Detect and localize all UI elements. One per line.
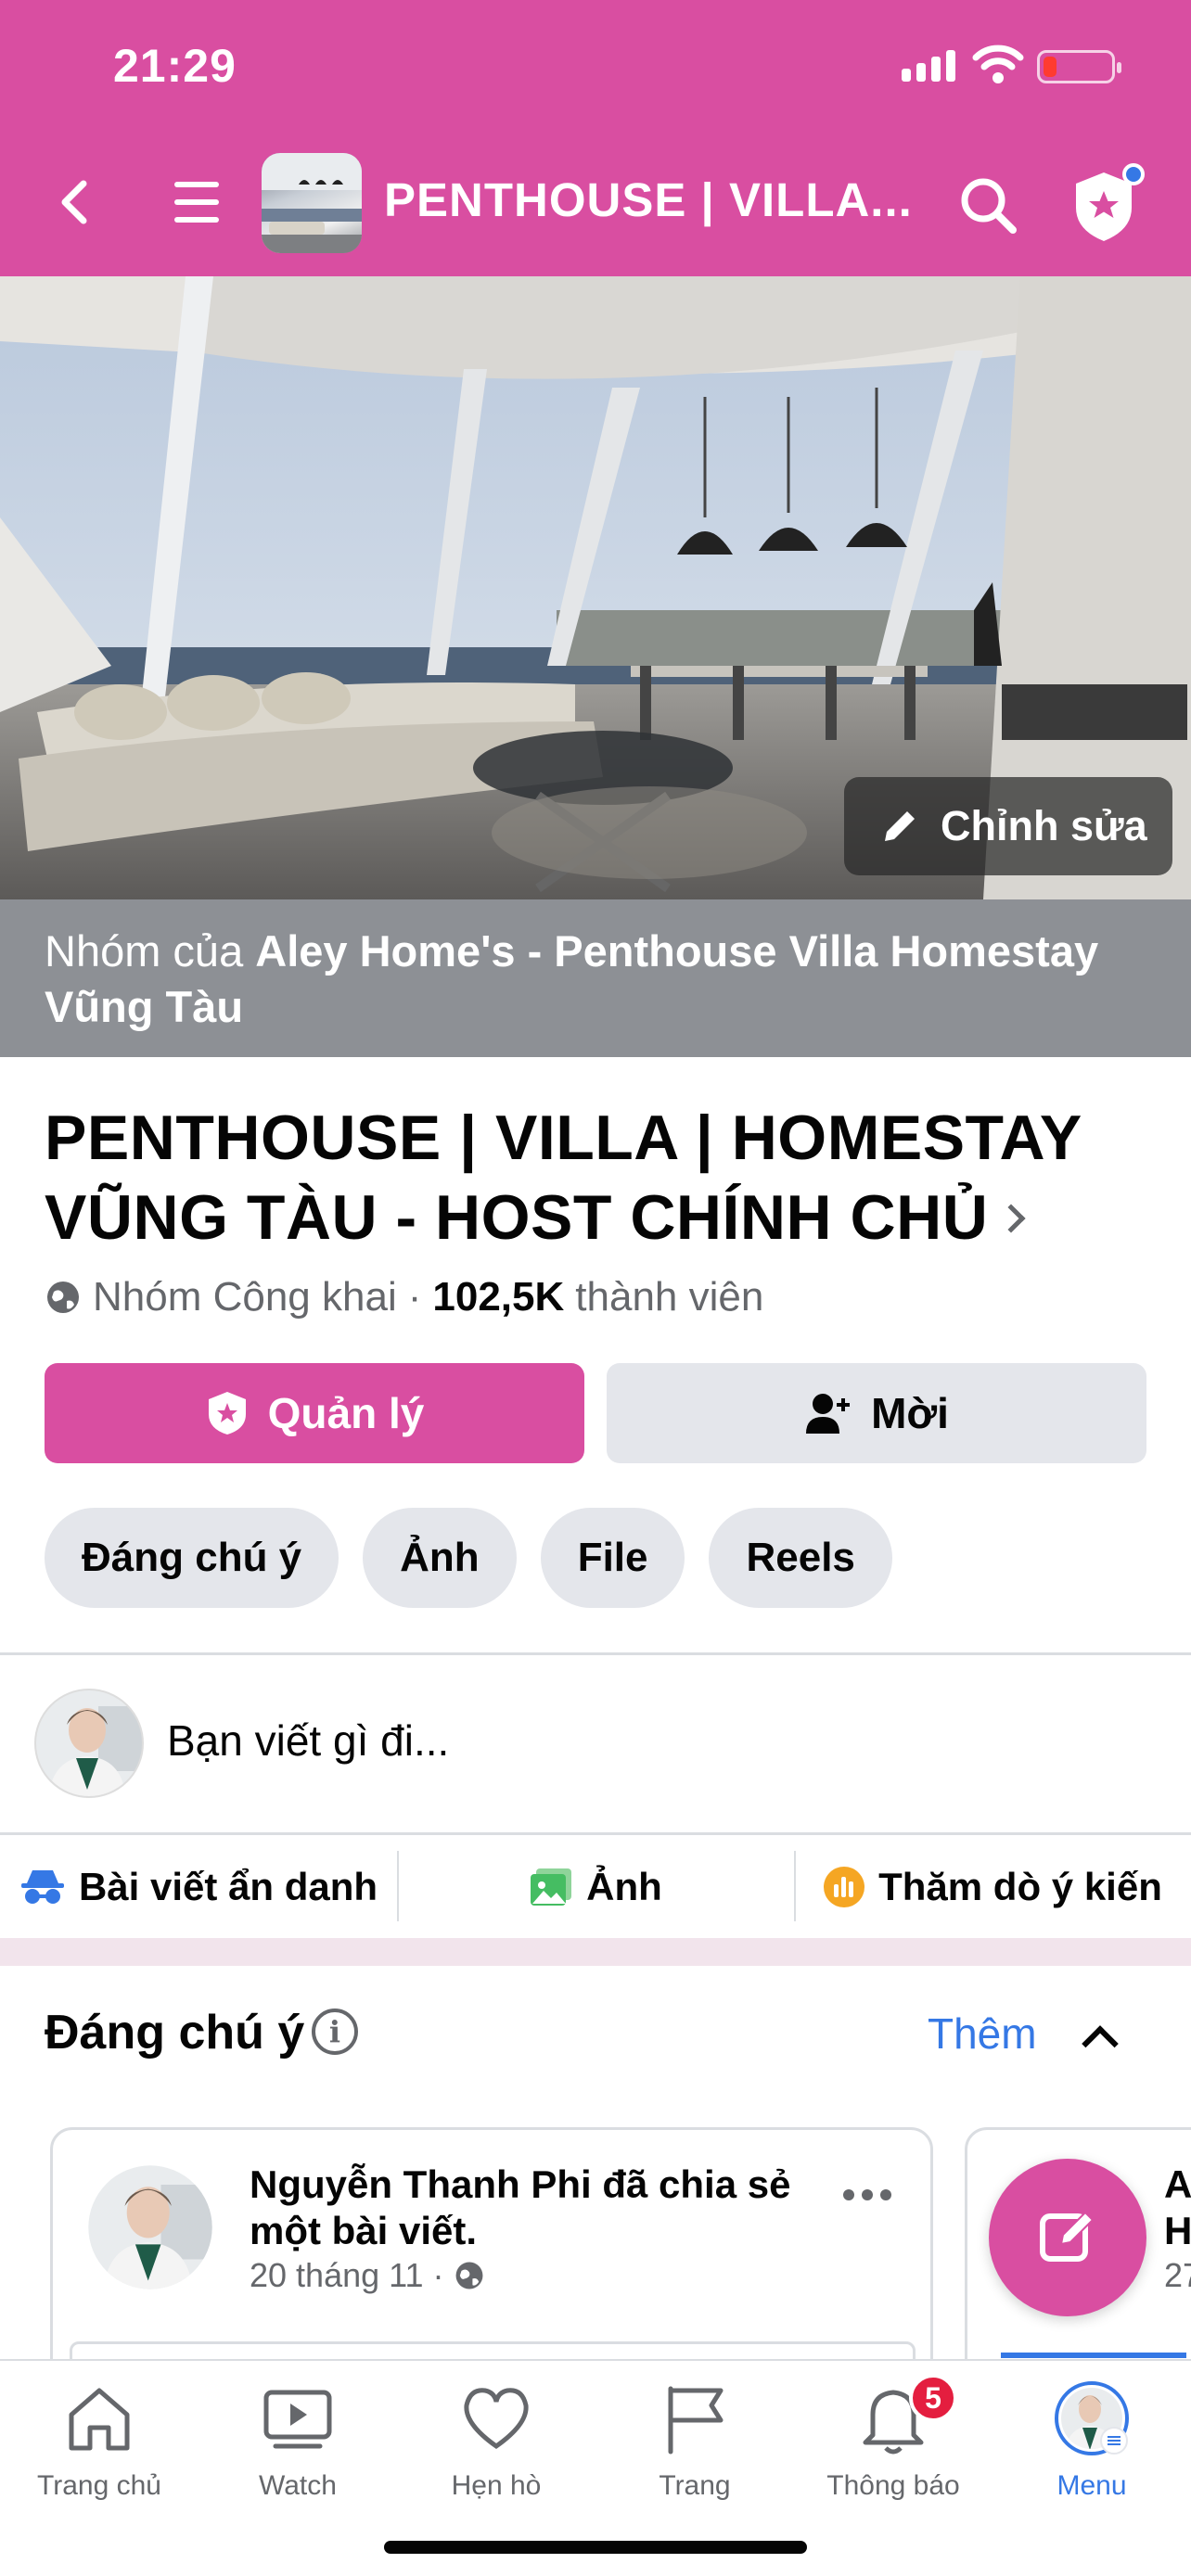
poll-label: Thăm dò ý kiến — [878, 1865, 1162, 1908]
edit-icon — [1040, 2211, 1095, 2262]
signal-icon — [902, 48, 959, 82]
status-bar: 21:29 — [0, 0, 1191, 137]
info-icon[interactable]: i — [312, 2009, 358, 2055]
member-count: 102,5K — [432, 1274, 565, 1320]
peek-author: A H — [1164, 2162, 1191, 2252]
group-owner-banner[interactable]: Nhóm của Aley Home's - Penthouse Villa H… — [0, 899, 1191, 1057]
chevron-right-icon — [996, 1204, 1026, 1233]
poll-button[interactable]: Thăm dò ý kiến — [794, 1836, 1191, 1938]
tab-watch-label: Watch — [259, 2470, 337, 2501]
profile-avatar-icon — [1055, 2381, 1129, 2455]
wifi-icon — [972, 45, 1024, 83]
status-time: 21:29 — [113, 40, 237, 92]
chip-featured[interactable]: Đáng chú ý — [45, 1508, 339, 1608]
compose-post-button[interactable] — [989, 2159, 1146, 2316]
globe-icon — [47, 1282, 79, 1313]
more-options-icon[interactable] — [843, 2189, 891, 2200]
group-name-line1: PENTHOUSE | VILLA | HOMESTAY — [45, 1103, 1082, 1173]
tab-watch[interactable]: Watch — [198, 2379, 397, 2509]
avatar[interactable] — [33, 1688, 145, 1799]
poll-icon — [824, 1867, 865, 1907]
tab-dating-label: Hẹn hò — [451, 2470, 542, 2501]
back-arrow-icon[interactable] — [46, 174, 102, 230]
tab-pages[interactable]: Trang — [596, 2379, 794, 2509]
meta-separator: · — [407, 1274, 422, 1320]
post-composer[interactable]: Bạn viết gì đi... — [0, 1656, 1191, 1832]
search-icon[interactable] — [955, 172, 1022, 239]
member-label: thành viên — [575, 1274, 764, 1320]
manage-button[interactable]: Quản lý — [45, 1363, 584, 1463]
divider — [0, 1832, 1191, 1835]
tab-menu[interactable]: Menu — [992, 2379, 1191, 2509]
group-name-line2: VŨNG TÀU - HOST CHÍNH CHỦ — [45, 1182, 989, 1253]
shield-icon — [208, 1392, 246, 1435]
chevron-up-icon[interactable] — [1082, 2025, 1119, 2062]
post-author[interactable]: Nguyễn Thanh Phi đã chia sẻ một bài viết… — [250, 2162, 806, 2254]
featured-header: Đáng chú ý i Thêm — [0, 1966, 1191, 2105]
heart-icon — [464, 2388, 529, 2450]
composer-actions: Bài viết ẩn danh Ảnh Thăm dò ý kiến — [0, 1836, 1191, 1938]
add-person-icon — [806, 1394, 851, 1434]
tab-home-label: Trang chủ — [37, 2470, 161, 2501]
home-indicator — [384, 2541, 807, 2554]
post-time[interactable]: 20 tháng 11 — [250, 2256, 424, 2295]
invite-button[interactable]: Mời — [607, 1363, 1146, 1463]
header-title: PENTHOUSE | VILLA... — [384, 173, 913, 226]
incognito-icon — [20, 1870, 64, 1904]
invite-label: Mời — [871, 1389, 949, 1437]
group-meta: Nhóm Công khai · 102,5K thành viên — [45, 1274, 763, 1320]
group-name[interactable]: PENTHOUSE | VILLA | HOMESTAY VŨNG TÀU - … — [45, 1098, 1158, 1257]
edit-cover-button[interactable]: Chỉnh sửa — [844, 777, 1172, 875]
featured-title: Đáng chú ý — [45, 2006, 305, 2060]
section-separator — [0, 1938, 1191, 1966]
tab-home[interactable]: Trang chủ — [0, 2379, 198, 2509]
flag-icon — [668, 2386, 724, 2455]
meta-separator: · — [432, 2256, 444, 2294]
chip-reels[interactable]: Reels — [709, 1508, 892, 1608]
manage-label: Quản lý — [267, 1389, 425, 1437]
photo-button[interactable]: Ảnh — [397, 1836, 794, 1938]
post-meta: 20 tháng 11 · — [250, 2256, 485, 2295]
peek-accent — [1001, 2353, 1186, 2358]
menu-icon[interactable] — [174, 180, 221, 226]
featured-more-link[interactable]: Thêm — [928, 2009, 1037, 2059]
watch-icon — [263, 2390, 332, 2449]
tab-notifications-label: Thông báo — [826, 2470, 960, 2501]
owner-prefix: Nhóm của — [45, 926, 256, 976]
pencil-icon — [885, 811, 915, 841]
section-chips: Đáng chú ý Ảnh File Reels — [45, 1508, 892, 1608]
home-icon — [69, 2388, 130, 2451]
privacy-label: Nhóm Công khai — [93, 1274, 397, 1320]
divider — [0, 1652, 1191, 1655]
photo-icon — [531, 1868, 572, 1906]
anonymous-post-button[interactable]: Bài viết ẩn danh — [0, 1836, 397, 1938]
anonymous-post-label: Bài viết ẩn danh — [78, 1865, 378, 1908]
admin-shield-icon[interactable] — [1067, 163, 1146, 247]
tab-dating[interactable]: Hẹn hò — [397, 2379, 596, 2509]
group-thumbnail[interactable] — [262, 153, 362, 253]
globe-icon — [455, 2262, 482, 2289]
avatar[interactable] — [86, 2163, 214, 2291]
photo-label: Ảnh — [586, 1865, 662, 1908]
group-header: PENTHOUSE | VILLA... — [0, 137, 1191, 276]
edit-cover-label: Chỉnh sửa — [941, 802, 1147, 849]
composer-prompt: Bạn viết gì đi... — [167, 1716, 450, 1765]
notification-badge: 5 — [909, 2374, 957, 2422]
chip-photos[interactable]: Ảnh — [363, 1508, 517, 1608]
peek-time: 27 — [1164, 2256, 1191, 2294]
tab-pages-label: Trang — [659, 2470, 731, 2501]
tab-menu-label: Menu — [1057, 2470, 1127, 2501]
tab-notifications[interactable]: 5 Thông báo — [794, 2374, 992, 2509]
cover-photo[interactable]: Chỉnh sửa — [0, 276, 1191, 899]
battery-icon — [1037, 50, 1121, 83]
chip-files[interactable]: File — [540, 1508, 685, 1608]
